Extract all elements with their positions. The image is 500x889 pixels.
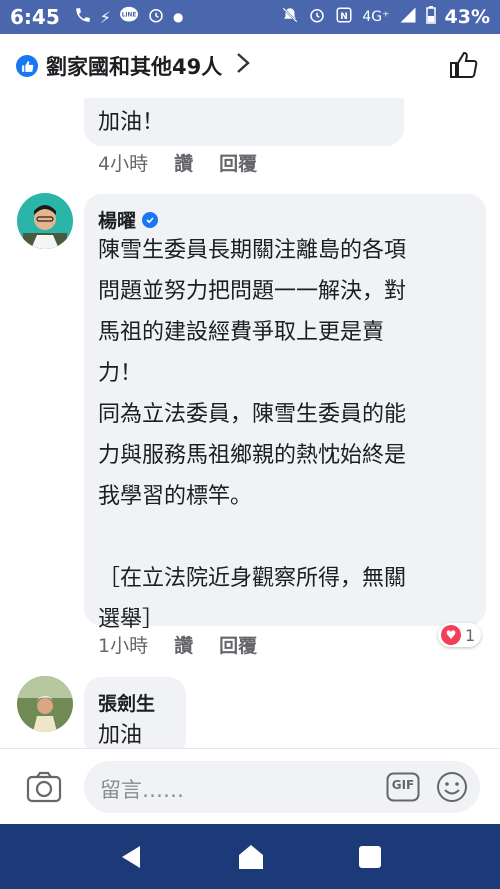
author-name[interactable]: 張劍生 (98, 689, 155, 716)
reaction-summary[interactable]: ♥ 1 (438, 623, 482, 647)
system-nav-bar (0, 824, 500, 889)
comment-bubble: 張劍生 加油 (84, 677, 186, 757)
emoji-icon[interactable] (436, 771, 468, 807)
chevron-right-icon[interactable] (236, 52, 251, 80)
comment-text: 陳雪生委員長期關注離島的各項 問題並努力把問題一一解決，對 馬祖的建設經費爭取上… (98, 238, 407, 632)
app-notification-icon: ⚡ (99, 7, 111, 27)
comment-time: 1小時 (98, 635, 149, 657)
recents-icon[interactable] (358, 845, 382, 873)
mute-icon (281, 6, 299, 28)
like-link[interactable]: 讚 (174, 631, 193, 658)
alarm-icon (147, 6, 165, 28)
comment-text: 加油！ (98, 110, 165, 135)
svg-text:N: N (341, 12, 349, 22)
comment-composer: 留言…… GIF (0, 748, 500, 825)
home-icon[interactable] (237, 843, 265, 875)
gif-label: GIF (391, 778, 415, 792)
reaction-count: 1 (465, 625, 476, 645)
like-badge-icon (16, 55, 38, 77)
comment-author[interactable]: 楊曜 (98, 206, 159, 233)
comment-actions: 4小時 讚 回覆 (98, 149, 257, 176)
network-label: 4G⁺ (362, 9, 390, 25)
reply-link[interactable]: 回覆 (219, 631, 257, 658)
phone-icon (74, 6, 92, 28)
status-time: 6:45 (10, 5, 60, 29)
battery-percent: 43% (444, 6, 490, 28)
comment-bubble: 楊曜 陳雪生委員長期關注離島的各項 問題並努力把問題一一解決，對 馬祖的建設經費… (84, 194, 486, 632)
like-link[interactable]: 讚 (174, 149, 193, 176)
avatar[interactable] (17, 193, 73, 249)
line-app-icon: LINE (119, 6, 139, 28)
comment-time: 4小時 (98, 153, 149, 175)
back-icon[interactable] (118, 844, 144, 874)
reactions-header[interactable]: 劉家國和其他49人 (0, 34, 500, 98)
gif-icon[interactable]: GIF (386, 772, 420, 806)
nfc-icon: N (335, 6, 353, 28)
reply-link[interactable]: 回覆 (219, 149, 257, 176)
thumbs-up-outline-icon[interactable] (448, 50, 478, 84)
comment-input[interactable]: 留言…… GIF (84, 761, 480, 813)
comment-placeholder: 留言…… (100, 778, 184, 802)
comment-bubble: 加油！ (84, 98, 404, 146)
comment-author[interactable]: 張劍生 (98, 689, 155, 716)
comment-actions: 1小時 讚 回覆 (98, 631, 257, 658)
love-reaction-icon: ♥ (441, 625, 461, 645)
dot-icon: ● (172, 10, 184, 24)
reactions-summary[interactable]: 劉家國和其他49人 (46, 51, 222, 81)
signal-icon (399, 6, 417, 28)
battery-icon (425, 6, 436, 28)
status-bar: 6:45 ⚡ LINE ● N 4G⁺ 43% (0, 0, 500, 34)
verified-badge-icon (142, 211, 159, 228)
svg-text:LINE: LINE (122, 13, 137, 19)
camera-icon[interactable] (26, 771, 62, 807)
alarm-icon-right (308, 6, 326, 28)
author-name[interactable]: 楊曜 (98, 206, 136, 233)
avatar[interactable] (17, 676, 73, 732)
